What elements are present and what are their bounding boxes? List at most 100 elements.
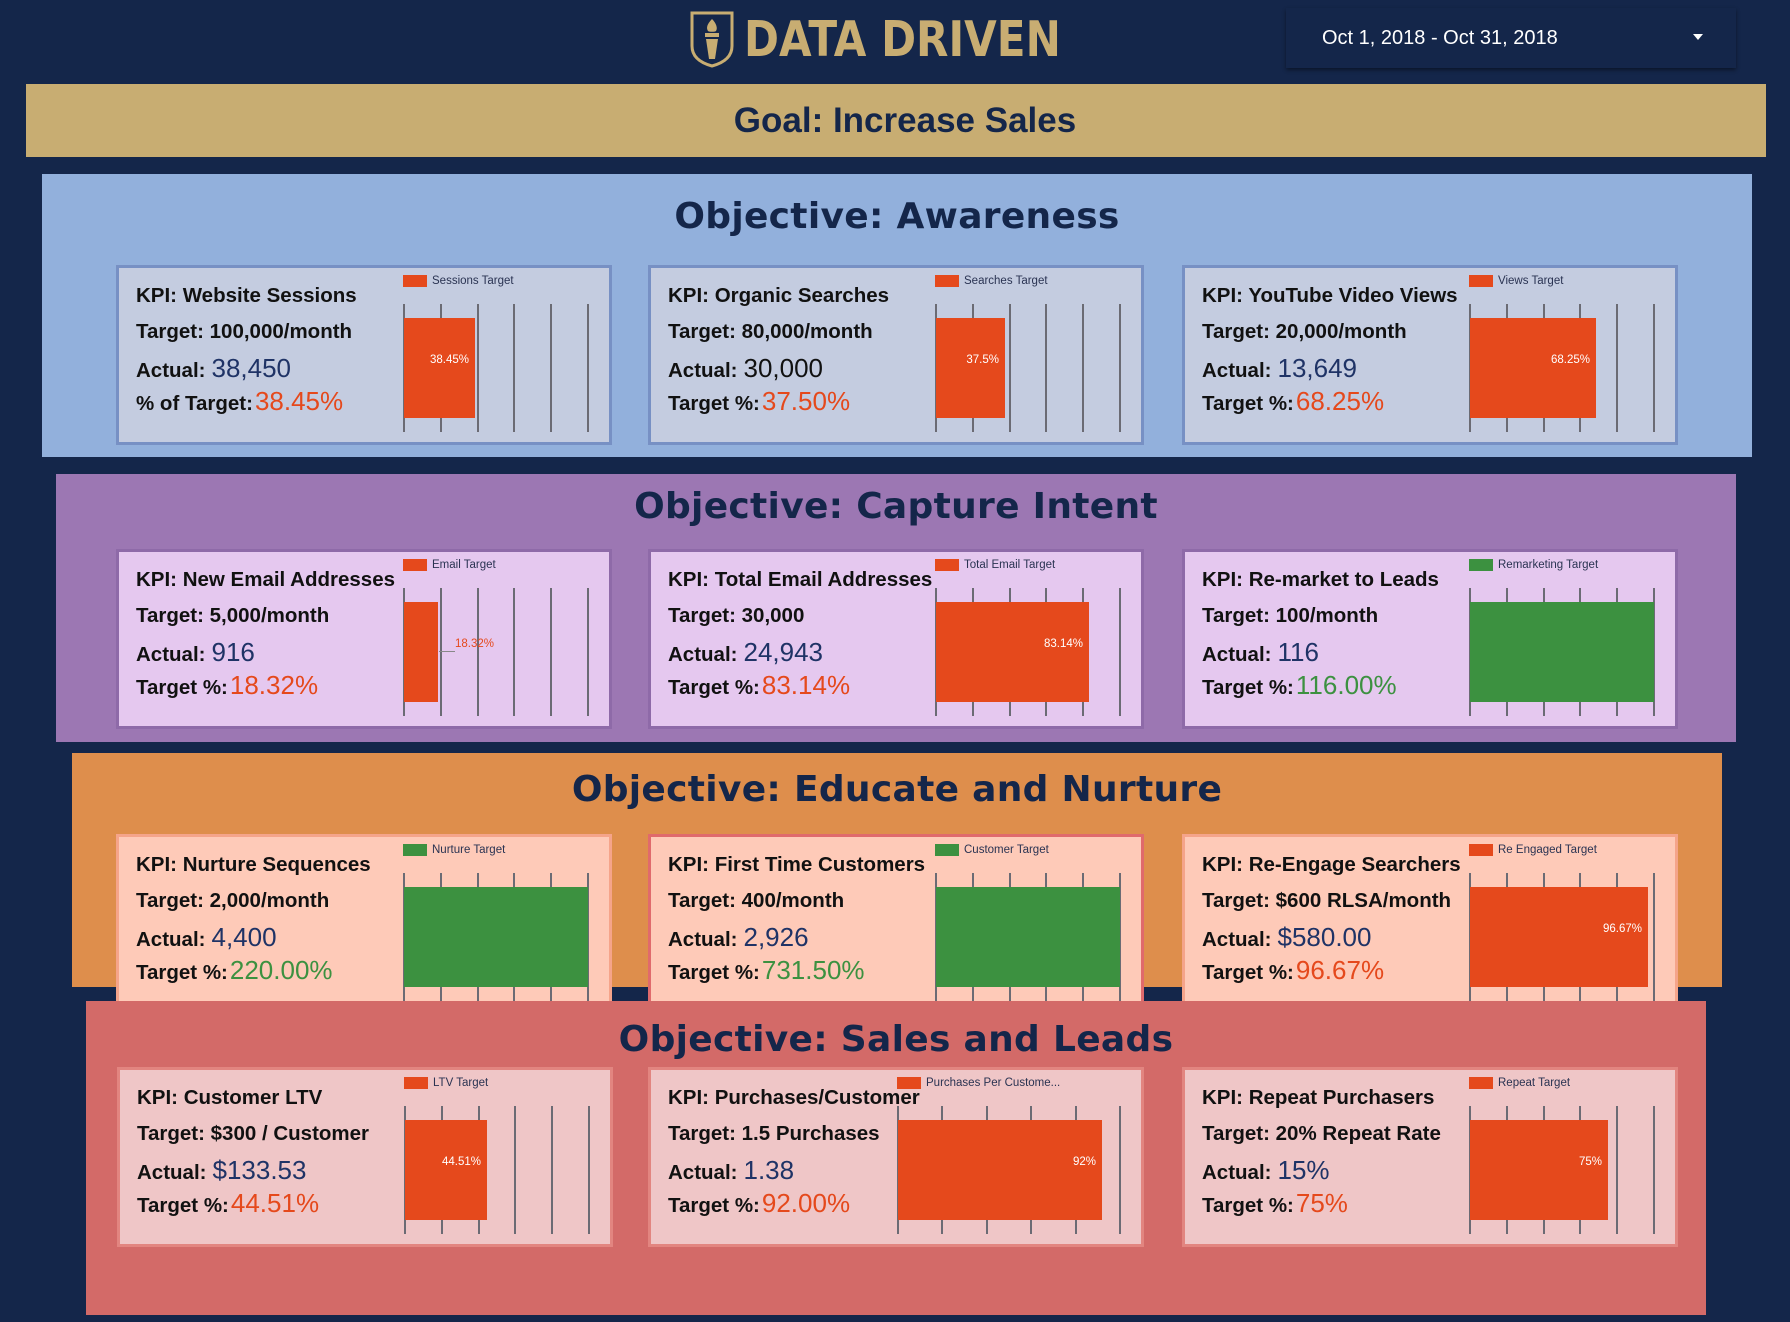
section-title: Objective: Awareness [674, 196, 1120, 237]
kpi-actual-row: Actual: 15% [1202, 1155, 1330, 1186]
pct-label: Target %: [1202, 676, 1294, 699]
gridline-80 [551, 1106, 553, 1234]
gridline-100 [587, 588, 589, 716]
bar-data-label: 38.45% [429, 354, 469, 366]
kpi-card-customer-ltv: KPI: Customer LTV Target: $300 / Custome… [117, 1067, 613, 1247]
legend-swatch [897, 1077, 921, 1089]
kpi-pct-row: Target %:44.51% [137, 1188, 319, 1219]
target-bar-chart: Sessions Target 38.45% [403, 268, 599, 442]
kpi-card-re-engage-searchers: KPI: Re-Engage Searchers Target: $600 RL… [1182, 834, 1678, 1014]
pct-value: 92.00% [761, 1188, 851, 1218]
actual-label: Actual: [136, 359, 206, 382]
pct-label: Target %: [1202, 392, 1294, 415]
pct-value: 75% [1295, 1188, 1348, 1218]
kpi-text: KPI: Nurture Sequences Target: 2,000/mon… [136, 837, 406, 1011]
actual-value: 15% [1277, 1155, 1330, 1185]
kpi-pct-row: % of Target:38.45% [136, 386, 343, 417]
pct-value: 220.00% [229, 955, 333, 985]
chart-legend: Searches Target [935, 274, 1048, 288]
chart-bar [404, 318, 475, 418]
chart-legend: Customer Target [935, 843, 1049, 857]
chart-plot [935, 873, 1121, 1001]
kpi-actual-row: Actual: $580.00 [1202, 922, 1371, 953]
bar-data-label: 68.25% [1550, 354, 1590, 366]
actual-label: Actual: [136, 643, 206, 666]
legend-label: Purchases Per Custome... [926, 1077, 1061, 1089]
chart-plot: 83.14% [935, 588, 1121, 716]
kpi-actual-row: Actual: 1.38 [668, 1155, 794, 1186]
pct-value: 18.32% [229, 670, 319, 700]
kpi-name: KPI: Re-market to Leads [1202, 568, 1439, 591]
chart-bar [898, 1120, 1102, 1220]
target-bar-chart: LTV Target 44.51% [404, 1070, 600, 1244]
chart-plot: 96.67% [1469, 873, 1655, 1001]
actual-label: Actual: [1202, 928, 1272, 951]
legend-swatch [935, 559, 959, 571]
kpi-actual-row: Actual: 116 [1202, 637, 1319, 668]
legend-label: Total Email Target [964, 559, 1056, 571]
kpi-pct-row: Target %:220.00% [136, 955, 333, 986]
pct-label: Target %: [136, 961, 228, 984]
kpi-card-total-email-addresses: KPI: Total Email Addresses Target: 30,00… [648, 549, 1144, 729]
bar-data-label: 83.14% [1043, 638, 1083, 650]
kpi-name: KPI: First Time Customers [668, 853, 926, 876]
gridline-60 [513, 304, 515, 432]
chart-bar [936, 602, 1089, 702]
pct-label: Target %: [137, 1194, 229, 1217]
legend-label: Re Engaged Target [1498, 844, 1597, 856]
gridline-80 [550, 304, 552, 432]
legend-swatch [403, 559, 427, 571]
chart-legend: Nurture Target [403, 843, 505, 857]
bar-data-label: 96.67% [1602, 923, 1642, 935]
actual-label: Actual: [668, 643, 738, 666]
caret-down-icon[interactable] [1693, 34, 1703, 40]
kpi-actual-row: Actual: 13,649 [1202, 353, 1357, 384]
target-bar-chart: Views Target 68.25% [1469, 268, 1665, 442]
pct-label: % of Target: [136, 392, 253, 415]
kpi-target: Target: 20% Repeat Rate [1202, 1122, 1441, 1145]
kpi-pct-row: Target %:37.50% [668, 386, 850, 417]
kpi-target: Target: 1.5 Purchases [668, 1122, 880, 1145]
kpi-actual-row: Actual: 2,926 [668, 922, 809, 953]
kpi-text: KPI: First Time Customers Target: 400/mo… [668, 837, 938, 1011]
pct-value: 44.51% [230, 1188, 320, 1218]
legend-label: Views Target [1498, 275, 1564, 287]
target-bar-chart: Repeat Target 75% [1469, 1070, 1665, 1244]
chart-legend: Views Target [1469, 274, 1563, 288]
kpi-name: KPI: YouTube Video Views [1202, 284, 1458, 307]
pct-label: Target %: [668, 1194, 760, 1217]
actual-label: Actual: [668, 1161, 738, 1184]
gridline-80 [550, 588, 552, 716]
gridline-100 [1119, 588, 1121, 716]
pct-value: 731.50% [761, 955, 865, 985]
actual-label: Actual: [137, 1161, 207, 1184]
actual-value: $133.53 [212, 1155, 307, 1185]
legend-swatch [935, 275, 959, 287]
gridline-20 [440, 588, 442, 716]
chart-bar [1470, 887, 1648, 987]
gridline-100 [1119, 304, 1121, 432]
kpi-text: KPI: Re-Engage Searchers Target: $600 RL… [1202, 837, 1472, 1011]
chart-legend: Purchases Per Custome... [897, 1076, 1060, 1090]
kpi-card-nurture-sequences: KPI: Nurture Sequences Target: 2,000/mon… [116, 834, 612, 1014]
actual-value: 30,000 [743, 353, 824, 383]
logo-text: DATA DRIVEN [744, 10, 1061, 68]
kpi-pct-row: Target %:83.14% [668, 670, 850, 701]
date-range-picker[interactable]: Oct 1, 2018 - Oct 31, 2018 [1286, 8, 1736, 68]
target-bar-chart: Searches Target 37.5% [935, 268, 1131, 442]
header: DATA DRIVEN Oct 1, 2018 - Oct 31, 2018 [0, 0, 1790, 80]
pct-value: 116.00% [1295, 670, 1397, 700]
pct-label: Target %: [668, 961, 760, 984]
chart-bar [1470, 602, 1654, 702]
actual-value: 4,400 [211, 922, 277, 952]
gridline-40 [477, 588, 479, 716]
gridline-40 [477, 304, 479, 432]
actual-value: 24,943 [743, 637, 824, 667]
gridline-60 [1045, 304, 1047, 432]
kpi-card-new-email-addresses: KPI: New Email Addresses Target: 5,000/m… [116, 549, 612, 729]
goal-banner: Goal: Increase Sales [26, 84, 1766, 157]
actual-label: Actual: [668, 359, 738, 382]
chart-legend: Remarketing Target [1469, 558, 1598, 572]
chart-plot: 92% [897, 1106, 1121, 1234]
pct-label: Target %: [668, 676, 760, 699]
